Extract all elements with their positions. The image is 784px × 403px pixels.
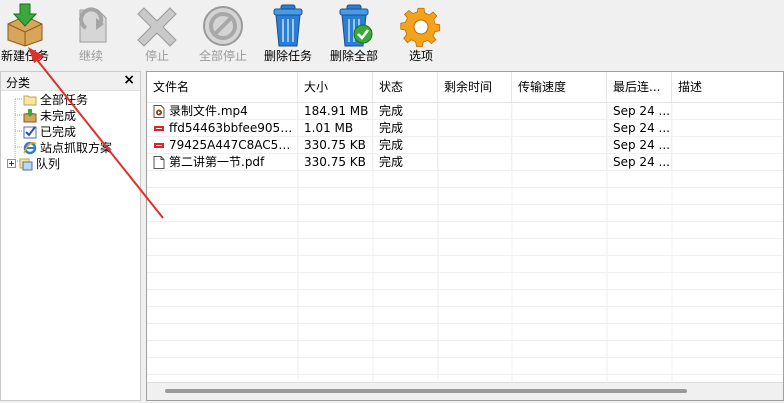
delete-task-icon bbox=[273, 4, 303, 47]
close-icon[interactable]: × bbox=[123, 72, 135, 88]
list-body: 录制文件.mp4 184.91 MB 完成 Sep 24 ... ffd5446… bbox=[147, 103, 783, 383]
tree-item-label: 已完成 bbox=[40, 125, 77, 139]
stop-icon bbox=[137, 7, 177, 47]
column-header-status[interactable]: 状态 bbox=[373, 72, 438, 102]
stop-all-icon bbox=[203, 6, 243, 46]
category-header: 分类 × bbox=[1, 72, 140, 91]
delete-task-label: 删除任务 bbox=[263, 49, 312, 63]
tree-item-label: 未完成 bbox=[40, 109, 77, 123]
folder-icon bbox=[23, 95, 37, 106]
stop-label: 停止 bbox=[144, 49, 169, 63]
horizontal-scrollbar[interactable] bbox=[147, 382, 783, 400]
delete-task-button[interactable]: 删除任务 bbox=[261, 0, 315, 68]
column-header-last-connection[interactable]: 最后连... bbox=[607, 72, 672, 102]
check-icon bbox=[23, 126, 37, 139]
column-header-speed[interactable]: 传输速度 bbox=[512, 72, 607, 102]
download-list: 文件名 大小 状态 剩余时间 传输速度 最后连... 描述 录制文件.mp4 1… bbox=[146, 71, 784, 401]
category-title: 分类 bbox=[6, 76, 31, 90]
resume-label: 继续 bbox=[78, 49, 103, 63]
delete-all-button[interactable]: 删除全部 bbox=[326, 0, 382, 68]
category-panel: 分类 × 全部任务 未完成 已完成 站点抓取方案 队列 bbox=[0, 71, 141, 401]
queue-icon bbox=[19, 158, 33, 171]
column-header-description[interactable]: 描述 bbox=[672, 72, 783, 102]
delete-all-label: 删除全部 bbox=[329, 49, 378, 63]
options-button[interactable]: 选项 bbox=[396, 0, 446, 68]
column-grid-lines bbox=[297, 103, 673, 383]
column-header-remaining[interactable]: 剩余时间 bbox=[438, 72, 512, 102]
new-task-icon bbox=[7, 3, 43, 47]
resume-button[interactable]: 继续 bbox=[66, 0, 116, 68]
new-task-button[interactable]: 新建任务 bbox=[0, 0, 50, 68]
tree-item-label: 队列 bbox=[36, 157, 61, 171]
tree-item-label: 站点抓取方案 bbox=[40, 141, 113, 155]
options-label: 选项 bbox=[408, 49, 433, 63]
stop-button[interactable]: 停止 bbox=[132, 0, 182, 68]
options-icon bbox=[400, 7, 441, 47]
list-header: 文件名 大小 状态 剩余时间 传输速度 最后连... 描述 bbox=[147, 72, 783, 103]
new-task-label: 新建任务 bbox=[0, 49, 49, 63]
scrollbar-thumb[interactable] bbox=[165, 389, 687, 393]
resume-icon bbox=[79, 7, 107, 43]
column-header-size[interactable]: 大小 bbox=[298, 72, 373, 102]
stop-all-label: 全部停止 bbox=[198, 49, 247, 63]
stop-all-button[interactable]: 全部停止 bbox=[195, 0, 251, 68]
toolbar: 新建任务 继续 停止 全部停止 删除任务 删除全部 选项 bbox=[0, 0, 784, 68]
tree-item-label: 全部任务 bbox=[40, 93, 89, 107]
download-icon bbox=[23, 109, 37, 123]
expand-icon[interactable] bbox=[7, 159, 16, 168]
ie-icon bbox=[23, 141, 37, 155]
delete-all-icon bbox=[339, 4, 373, 47]
column-header-filename[interactable]: 文件名 bbox=[147, 72, 298, 102]
